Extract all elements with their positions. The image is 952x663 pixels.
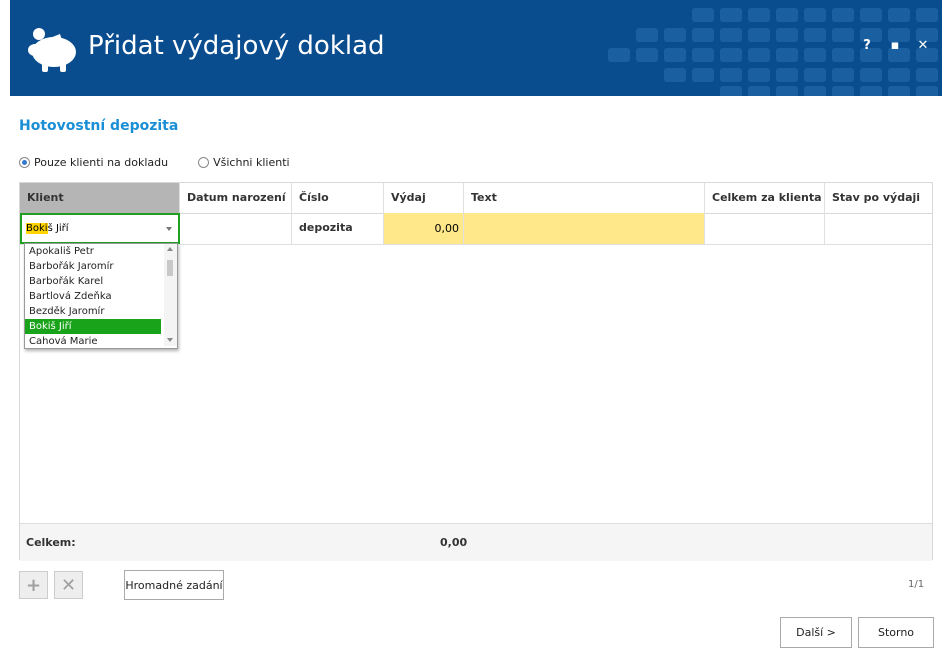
radio-clients-on-document[interactable]: Pouze klienti na dokladu: [19, 156, 168, 169]
plus-icon: +: [25, 574, 42, 596]
radio-selected-icon[interactable]: [19, 157, 30, 168]
footer-total-label: Celkem:: [26, 536, 76, 549]
cell-celkem: [705, 213, 825, 244]
cell-text[interactable]: [464, 213, 705, 244]
next-button[interactable]: Další >: [780, 617, 852, 648]
radio-label: Všichni klienti: [213, 156, 290, 169]
column-header-cislo[interactable]: Číslo depozita: [292, 183, 384, 234]
bulk-entry-button[interactable]: Hromadné zadání: [124, 570, 224, 600]
cell-stav: [825, 213, 932, 244]
client-combobox[interactable]: Bokiš Jiří: [20, 213, 180, 244]
x-icon: ✕: [60, 574, 77, 596]
help-button[interactable]: ?: [860, 38, 874, 53]
column-header-celkem[interactable]: Celkem za klienta: [705, 183, 825, 213]
column-header-datum[interactable]: Datum narození: [180, 183, 292, 213]
list-item[interactable]: Cahová Marie: [25, 334, 161, 349]
column-header-klient[interactable]: Klient: [20, 183, 180, 213]
scroll-up-icon[interactable]: [167, 247, 173, 251]
footer-vydaj-total: 0,00: [440, 536, 468, 549]
column-header-text[interactable]: Text: [464, 183, 705, 213]
scroll-thumb[interactable]: [167, 260, 173, 276]
deposits-table: Klient Datum narození Číslo depozita Výd…: [19, 182, 933, 561]
piggy-bank-icon: [28, 28, 76, 72]
column-header-vydaj[interactable]: Výdaj: [384, 183, 464, 213]
chevron-down-icon[interactable]: [166, 227, 172, 231]
table-row: Bokiš Jiří 0,00: [20, 213, 932, 245]
delete-row-button[interactable]: ✕: [54, 571, 83, 599]
section-title: Hotovostní depozita: [19, 118, 179, 134]
table-header: Klient Datum narození Číslo depozita Výd…: [20, 183, 932, 234]
cancel-button[interactable]: Storno: [858, 617, 934, 648]
table-footer: Celkem: 0,00: [20, 523, 932, 561]
typed-text-highlight: Boki: [26, 223, 48, 234]
list-item-selected[interactable]: Bokiš Jiří: [25, 319, 161, 334]
client-combobox-value[interactable]: Bokiš Jiří: [26, 223, 69, 234]
list-item[interactable]: Apokališ Petr: [25, 244, 161, 259]
cell-klient: Bokiš Jiří: [20, 213, 180, 244]
list-item[interactable]: Barbořák Jaromír: [25, 259, 161, 274]
dialog-header: Přidat výdajový doklad ? ▪ ✕: [10, 0, 942, 96]
radio-label: Pouze klienti na dokladu: [34, 156, 169, 169]
dropdown-scrollbar[interactable]: [164, 244, 177, 346]
client-filter: Pouze klienti na dokladu Všichni klienti: [19, 156, 290, 169]
cell-cislo[interactable]: [292, 213, 384, 244]
client-dropdown-list[interactable]: Apokališ Petr Barbořák Jaromír Barbořák …: [24, 243, 178, 349]
pager: 1/1: [908, 579, 925, 590]
radio-unselected-icon[interactable]: [198, 157, 210, 168]
list-item[interactable]: Bezděk Jaromír: [25, 304, 161, 319]
cell-vydaj[interactable]: 0,00: [384, 213, 464, 244]
add-row-button[interactable]: +: [19, 571, 48, 599]
list-item[interactable]: Barbořák Karel: [25, 274, 161, 289]
scroll-down-icon[interactable]: [167, 338, 173, 342]
dialog-title: Přidat výdajový doklad: [88, 31, 385, 61]
column-header-stav[interactable]: Stav po výdaji: [825, 183, 932, 213]
cell-datum[interactable]: [180, 213, 292, 244]
close-button[interactable]: ✕: [916, 38, 930, 53]
autocomplete-text: š Jiří: [47, 223, 69, 234]
radio-all-clients[interactable]: Všichni klienti: [198, 156, 290, 169]
maximize-button[interactable]: ▪: [888, 38, 902, 53]
list-item[interactable]: Bartlová Zdeňka: [25, 289, 161, 304]
window-controls: ? ▪ ✕: [860, 38, 930, 53]
